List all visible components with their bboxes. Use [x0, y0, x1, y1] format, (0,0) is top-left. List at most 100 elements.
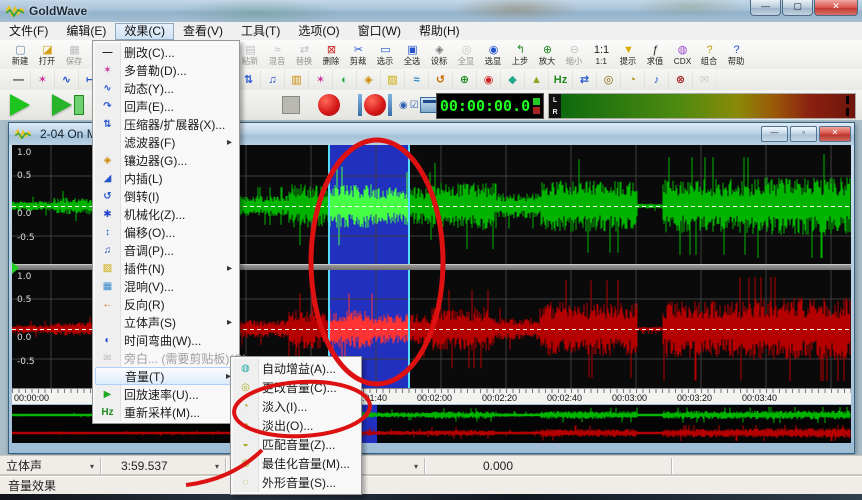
effects-menu-item[interactable]: ◐ 时间弯曲(W)...: [95, 331, 237, 349]
toolbar-button[interactable]: ? 帮助: [723, 41, 750, 68]
toolbar-button[interactable]: ⇄ 替换: [291, 41, 318, 68]
toolbar-button[interactable]: ▦ 保存: [61, 41, 88, 68]
effects-menu-item[interactable]: ◈ 镶边器(G)...: [95, 151, 237, 169]
toolbar-button[interactable]: ⊠ 删除: [318, 41, 345, 68]
value-field[interactable]: 0.000: [425, 458, 672, 475]
menu-bar-item[interactable]: 查看(V): [174, 23, 232, 40]
effect-shortcut-icon[interactable]: ◔: [621, 70, 645, 89]
toolbar-button[interactable]: ✂ 剪裁: [345, 41, 372, 68]
menu-bar-item[interactable]: 文件(F): [0, 23, 57, 40]
menu-bar-item[interactable]: 帮助(H): [410, 23, 469, 40]
effect-shortcut-icon[interactable]: ◐: [333, 70, 357, 89]
effect-shortcut-icon[interactable]: ↺: [429, 70, 453, 89]
effect-shortcut-icon[interactable]: —: [7, 70, 31, 89]
play-button[interactable]: [10, 92, 30, 118]
sound-close-button[interactable]: ✕: [819, 126, 851, 142]
menu-bar-item[interactable]: 窗口(W): [349, 23, 410, 40]
effects-menu-item[interactable]: ← 反向(R): [95, 295, 237, 313]
effect-shortcut-icon[interactable]: Hz: [549, 70, 573, 89]
effect-shortcut-icon[interactable]: ♫: [261, 70, 285, 89]
effects-menu-item[interactable]: ✱ 机械化(Z)...: [95, 205, 237, 223]
effects-menu-item[interactable]: 音量(T): [95, 367, 237, 385]
effect-shortcut-icon[interactable]: ♪: [645, 70, 669, 89]
volume-submenu-item[interactable]: ◌ 外形音量(S)...: [233, 473, 359, 492]
volume-submenu-item[interactable]: ◒ 匹配音量(Z)...: [233, 435, 359, 454]
monitor-toggle[interactable]: ◉☑: [398, 92, 420, 118]
effects-menu-item[interactable]: ▨ 插件(N): [95, 259, 237, 277]
play-selection-button[interactable]: [52, 92, 84, 118]
toolbar-button[interactable]: ▭ 选示: [372, 41, 399, 68]
effects-menu-item[interactable]: ▦ 混响(V)...: [95, 277, 237, 295]
volume-submenu-item[interactable]: ◕ 淡出(O)...: [233, 416, 359, 435]
effects-menu-item[interactable]: ∿ 动态(Y)...: [95, 79, 237, 97]
record-button[interactable]: [318, 92, 340, 118]
toolbar-button[interactable]: ⊕ 放大: [534, 41, 561, 68]
effects-menu-item[interactable]: ⇅ 压缩器/扩展器(X)...: [95, 115, 237, 133]
effect-shortcut-icon[interactable]: ⊗: [669, 70, 693, 89]
sound-restore-button[interactable]: ▫: [790, 126, 817, 142]
effect-shortcut-icon[interactable]: ◆: [501, 70, 525, 89]
close-button[interactable]: ✕: [814, 0, 858, 16]
minimize-button[interactable]: —: [750, 0, 781, 16]
toolbar-button[interactable]: ▣ 全选: [399, 41, 426, 68]
effect-shortcut-icon[interactable]: ◎: [597, 70, 621, 89]
toolbar-button[interactable]: 1:1 1:1: [588, 41, 615, 68]
effects-menu-item[interactable]: 立体声(S): [95, 313, 237, 331]
effects-menu-item[interactable]: ↕ 偏移(O)...: [95, 223, 237, 241]
volume-submenu-item[interactable]: ◔ 淡入(I)...: [233, 397, 359, 416]
effects-menu-item[interactable]: ◢ 内插(L): [95, 169, 237, 187]
maximize-button[interactable]: ▢: [782, 0, 813, 16]
title-bar[interactable]: GoldWave — ▢ ✕: [0, 0, 862, 23]
effects-menu-item[interactable]: — 删改(C)...: [95, 43, 237, 61]
effects-menu-item[interactable]: ↷ 回声(E)...: [95, 97, 237, 115]
effect-shortcut-icon[interactable]: ◈: [357, 70, 381, 89]
effects-menu-item[interactable]: Hz 重新采样(M)...: [95, 403, 237, 421]
volume-submenu-item[interactable]: ◎ 更改音量(C)...: [233, 378, 359, 397]
effects-menu-item[interactable]: ✶ 多普勒(D)...: [95, 61, 237, 79]
volume-submenu-item[interactable]: ◍ 自动增益(A)...: [233, 359, 359, 378]
toolbar-button[interactable]: ▢ 新建: [7, 41, 34, 68]
effect-shortcut-icon[interactable]: ✉: [693, 70, 717, 89]
effect-shortcut-icon[interactable]: ≈: [405, 70, 429, 89]
toolbar-button[interactable]: ◎ 全显: [453, 41, 480, 68]
effect-shortcut-icon[interactable]: ▨: [381, 70, 405, 89]
toolbar-button[interactable]: ◈ 设标: [426, 41, 453, 68]
menu-bar-item[interactable]: 选项(O): [289, 23, 348, 40]
effect-shortcut-icon[interactable]: ⇅: [237, 70, 261, 89]
effect-shortcut-icon[interactable]: ✶: [309, 70, 333, 89]
effect-shortcut-icon[interactable]: ▥: [285, 70, 309, 89]
effect-shortcut-icon[interactable]: ✶: [31, 70, 55, 89]
control-bar: 立体声▾ 3:59.537▾ 1:30▾ 0.000: [0, 455, 862, 477]
toolbar-button[interactable]: ◪ 打开: [34, 41, 61, 68]
length-select[interactable]: 3:59.537▾: [101, 458, 226, 475]
effect-shortcut-icon[interactable]: ∿: [55, 70, 79, 89]
volume-submenu-item[interactable]: ◉ 最佳化音量(M)...: [233, 454, 359, 473]
effects-menu-item[interactable]: 滤波器(F): [95, 133, 237, 151]
extra-field[interactable]: [672, 458, 862, 475]
effects-menu-item[interactable]: ↺ 倒转(I): [95, 187, 237, 205]
effects-menu-item[interactable]: ✉ 旁白... (需要剪贴板)(Q): [95, 349, 237, 367]
toolbar-button[interactable]: ◍ CDX: [669, 41, 696, 68]
menu-bar-item[interactable]: 工具(T): [232, 23, 289, 40]
toolbar-button[interactable]: ◉ 选显: [480, 41, 507, 68]
toolbar-button[interactable]: ? 组合: [696, 41, 723, 68]
menu-bar-item[interactable]: 效果(C): [115, 23, 174, 40]
effect-shortcut-icon[interactable]: ⊕: [453, 70, 477, 89]
stop-button[interactable]: [282, 92, 300, 118]
sound-minimize-button[interactable]: —: [761, 126, 788, 142]
toolbar-button-icon: ⊖: [570, 44, 579, 56]
toolbar-button[interactable]: ▤ 粘新: [237, 41, 264, 68]
toolbar-button[interactable]: ƒ 求值: [642, 41, 669, 68]
toolbar-button[interactable]: ↰ 上步: [507, 41, 534, 68]
toolbar-button[interactable]: ▼ 提示: [615, 41, 642, 68]
effect-shortcut-icon[interactable]: ⇄: [573, 70, 597, 89]
toolbar-button[interactable]: ⊖ 缩小: [561, 41, 588, 68]
channel-mode-select[interactable]: 立体声▾: [0, 458, 101, 475]
effect-shortcut-icon[interactable]: ▲: [525, 70, 549, 89]
effects-menu-item[interactable]: ▶ 回放速率(U)...: [95, 385, 237, 403]
effects-menu-item[interactable]: ♫ 音调(P)...: [95, 241, 237, 259]
menu-bar-item[interactable]: 编辑(E): [57, 23, 115, 40]
record-selection-button[interactable]: [356, 92, 394, 118]
toolbar-button[interactable]: ≈ 混音: [264, 41, 291, 68]
effect-shortcut-icon[interactable]: ◉: [477, 70, 501, 89]
